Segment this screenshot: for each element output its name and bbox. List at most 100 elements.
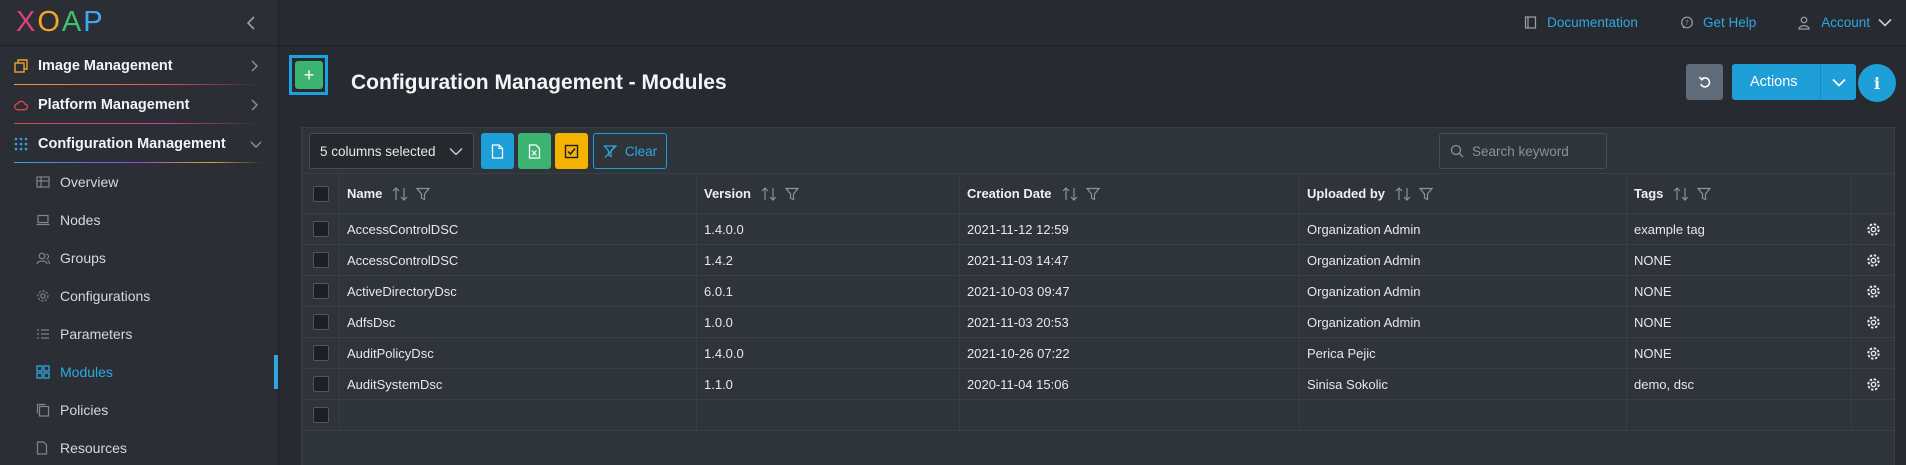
sort-icon[interactable] — [761, 186, 777, 201]
main-content: + Configuration Management - Modules Act… — [280, 47, 1906, 465]
info-button[interactable]: i — [1858, 64, 1896, 102]
cell-version: 1.0.0 — [697, 307, 960, 337]
filter-icon[interactable] — [784, 187, 799, 201]
file-icon — [491, 143, 504, 159]
header-label: Version — [704, 186, 751, 201]
chevron-right-icon — [250, 60, 262, 72]
chevron-right-icon — [250, 99, 262, 111]
row-checkbox[interactable] — [312, 345, 329, 361]
gear-icon — [36, 289, 50, 303]
cell-uploaded-by: Organization Admin — [1300, 276, 1627, 306]
filter-icon[interactable] — [1085, 187, 1100, 201]
row-checkbox[interactable] — [312, 283, 329, 299]
cell-creation-date: 2021-10-26 07:22 — [960, 338, 1300, 368]
cell-version: 6.0.1 — [697, 276, 960, 306]
gear-icon[interactable] — [1866, 222, 1881, 237]
row-select — [302, 338, 340, 368]
table-row[interactable]: AdfsDsc 1.0.0 2021-11-03 20:53 Organizat… — [302, 307, 1894, 338]
sidebar-group-image-management[interactable]: Image Management — [0, 46, 278, 85]
xoap-logo[interactable]: XOAP — [16, 8, 105, 37]
header-uploaded-by: Uploaded by — [1300, 174, 1627, 213]
filter-clear-icon — [603, 144, 617, 158]
file-icon — [36, 441, 50, 455]
header-tags: Tags — [1627, 174, 1852, 213]
row-settings — [1852, 276, 1894, 306]
cell-uploaded-by: Sinisa Sokolic — [1300, 369, 1627, 399]
filter-icon[interactable] — [416, 187, 431, 201]
account-menu[interactable]: Account — [1798, 15, 1892, 30]
sidebar-group-platform-management[interactable]: Platform Management — [0, 85, 278, 124]
sidebar-item-resources[interactable]: Resources — [0, 429, 278, 465]
sort-icon[interactable] — [392, 186, 408, 201]
select-all-checkbox[interactable] — [312, 185, 329, 202]
sidebar-header: XOAP — [0, 0, 278, 46]
row-checkbox[interactable] — [312, 252, 329, 268]
table-header-row: Name Version Creation Date Uploaded by T… — [302, 173, 1894, 214]
collapse-sidebar-button[interactable] — [242, 14, 260, 32]
table-row[interactable]: AccessControlDSC 1.4.0.0 2021-11-12 12:5… — [302, 214, 1894, 245]
gear-icon[interactable] — [1866, 284, 1881, 299]
cell-creation-date: 2021-11-03 14:47 — [960, 245, 1300, 275]
table-row[interactable]: ActiveDirectoryDsc 6.0.1 2021-10-03 09:4… — [302, 276, 1894, 307]
refresh-icon — [1698, 76, 1710, 88]
gear-icon[interactable] — [1866, 377, 1881, 392]
select-all-button[interactable] — [555, 133, 588, 169]
row-settings — [1852, 338, 1894, 368]
sidebar-item-modules[interactable]: Modules — [0, 353, 278, 391]
filter-icon[interactable] — [1419, 187, 1434, 201]
row-checkbox[interactable] — [312, 407, 329, 423]
user-icon — [1798, 16, 1812, 30]
sidebar-item-overview[interactable]: Overview — [0, 163, 278, 201]
header-label: Name — [347, 186, 383, 201]
help-chat-icon: ? — [1680, 16, 1694, 30]
cloud-icon — [14, 98, 28, 112]
table-row[interactable]: AccessControlDSC 1.4.2 2021-11-03 14:47 … — [302, 245, 1894, 276]
sidebar-item-policies[interactable]: Policies — [0, 391, 278, 429]
sidebar-item-label: Configurations — [60, 288, 151, 304]
sort-icon[interactable] — [1395, 186, 1411, 201]
cell-uploaded-by: Perica Pejic — [1300, 338, 1627, 368]
table-row[interactable] — [302, 400, 1894, 431]
actions-dropdown-button[interactable]: Actions — [1732, 64, 1856, 100]
cell-uploaded-by: Organization Admin — [1300, 245, 1627, 275]
get-help-link[interactable]: ? Get Help — [1680, 15, 1756, 30]
export-excel-button[interactable] — [518, 133, 551, 169]
sidebar-group-configuration-management[interactable]: Configuration Management — [0, 124, 278, 163]
cell-name — [340, 400, 697, 430]
sidebar-item-groups[interactable]: Groups — [0, 239, 278, 277]
gear-icon[interactable] — [1866, 253, 1881, 268]
export-csv-button[interactable] — [481, 133, 514, 169]
gear-icon[interactable] — [1866, 315, 1881, 330]
book-icon — [1524, 16, 1538, 30]
table-row[interactable]: AuditPolicyDsc 1.4.0.0 2021-10-26 07:22 … — [302, 338, 1894, 369]
sort-icon[interactable] — [1673, 186, 1689, 201]
header-label: Uploaded by — [1307, 186, 1386, 201]
row-checkbox[interactable] — [312, 376, 329, 392]
row-checkbox[interactable] — [312, 314, 329, 330]
cell-creation-date: 2021-11-12 12:59 — [960, 214, 1300, 244]
cell-name: AccessControlDSC — [340, 214, 697, 244]
documentation-link[interactable]: Documentation — [1524, 15, 1638, 30]
filter-icon[interactable] — [1697, 187, 1712, 201]
clear-filters-button[interactable]: Clear — [593, 133, 667, 169]
sidebar-item-label: Resources — [60, 440, 127, 456]
row-select — [302, 214, 340, 244]
add-module-button[interactable]: + — [295, 61, 323, 89]
refresh-button[interactable] — [1686, 64, 1723, 100]
sidebar-group-label: Configuration Management — [38, 135, 226, 152]
sort-icon[interactable] — [1062, 186, 1078, 201]
header-creation-date: Creation Date — [960, 174, 1300, 213]
table-row[interactable]: AuditSystemDsc 1.1.0 2020-11-04 15:06 Si… — [302, 369, 1894, 400]
row-checkbox[interactable] — [312, 221, 329, 237]
columns-select[interactable]: 5 columns selected — [309, 133, 474, 169]
sidebar-item-label: Policies — [60, 402, 109, 418]
cell-tags: NONE — [1627, 245, 1852, 275]
sidebar-item-nodes[interactable]: Nodes — [0, 201, 278, 239]
modules-table-panel: 5 columns selected Clear Search keyword … — [301, 127, 1895, 465]
gear-icon[interactable] — [1866, 346, 1881, 361]
search-input[interactable] — [1472, 143, 1592, 159]
header-label: Creation Date — [967, 186, 1052, 201]
configuration-grid-icon — [14, 137, 28, 151]
sidebar-item-configurations[interactable]: Configurations — [0, 277, 278, 315]
sidebar-item-parameters[interactable]: Parameters — [0, 315, 278, 353]
